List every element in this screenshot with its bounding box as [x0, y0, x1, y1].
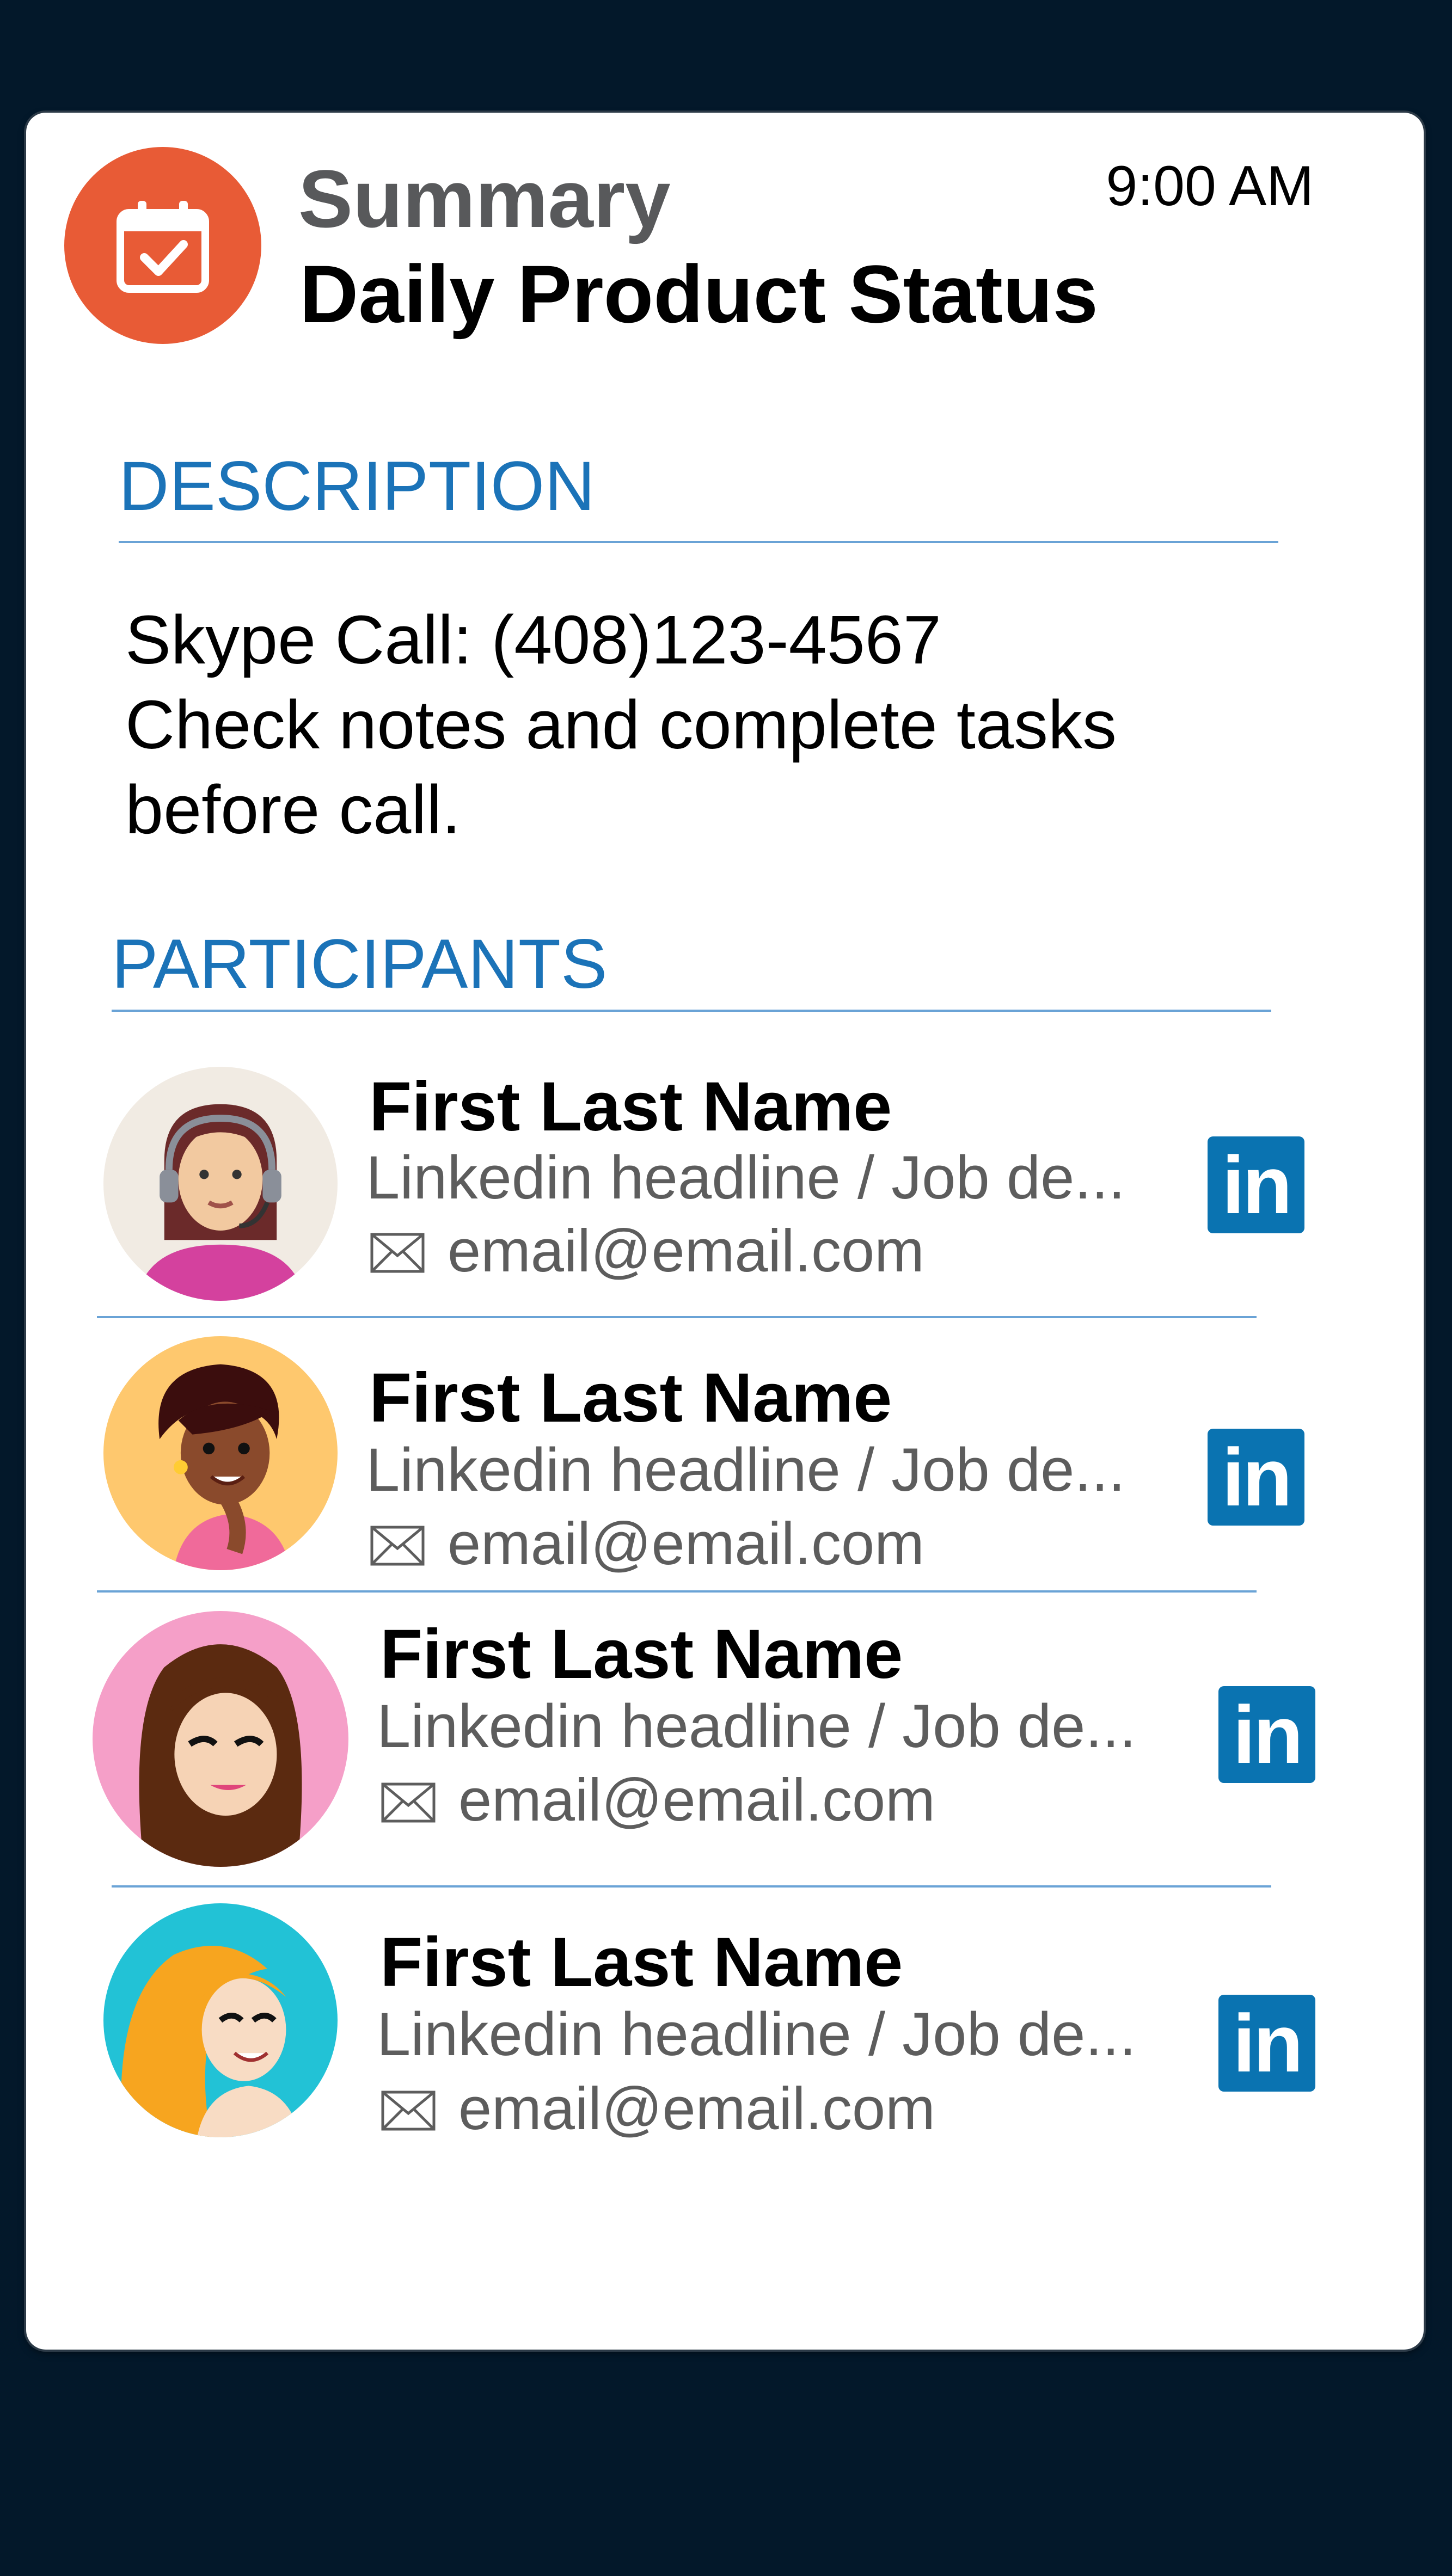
participant-headline: Linkedin headline / Job de...	[366, 1143, 1125, 1212]
description-line: Check notes and complete tasks	[125, 686, 1117, 763]
calendar-badge	[64, 147, 261, 344]
participant-headline: Linkedin headline / Job de...	[377, 1692, 1136, 1760]
linkedin-button[interactable]: in	[1208, 1136, 1304, 1233]
summary-title: Summary	[298, 153, 671, 244]
participant-name: First Last Name	[380, 1923, 903, 2001]
envelope-icon	[381, 2091, 436, 2131]
participants-divider	[112, 1010, 1271, 1012]
description-line: Skype Call: (408)123-4567	[125, 601, 941, 678]
participant-divider	[112, 1885, 1271, 1888]
participant-headline: Linkedin headline / Job de...	[366, 1436, 1125, 1504]
participant-avatar	[103, 1336, 338, 1570]
participant-email[interactable]: email@email.com	[448, 1221, 924, 1281]
event-title: Daily Product Status	[299, 248, 1098, 340]
participant-divider	[97, 1590, 1257, 1593]
participant-avatar	[93, 1611, 348, 1867]
participants-heading: PARTICIPANTS	[112, 925, 608, 1003]
participant-name: First Last Name	[369, 1359, 892, 1437]
envelope-icon	[381, 1782, 436, 1823]
participant-email[interactable]: email@email.com	[458, 1770, 935, 1830]
description-text: Skype Call: (408)123-4567 Check notes an…	[125, 598, 1323, 852]
envelope-icon	[370, 1526, 425, 1566]
description-divider	[119, 541, 1278, 543]
description-heading: DESCRIPTION	[119, 447, 595, 525]
participant-divider	[97, 1316, 1257, 1318]
participant-email[interactable]: email@email.com	[448, 1514, 924, 1574]
calendar-check-icon	[117, 201, 209, 293]
participant-name: First Last Name	[380, 1615, 903, 1693]
envelope-icon	[370, 1233, 425, 1273]
participant-email[interactable]: email@email.com	[458, 2079, 935, 2139]
linkedin-button[interactable]: in	[1218, 1686, 1315, 1783]
linkedin-button[interactable]: in	[1218, 1995, 1315, 2092]
participant-name: First Last Name	[369, 1068, 892, 1146]
linkedin-button[interactable]: in	[1208, 1429, 1304, 1526]
description-line: before call.	[125, 771, 461, 848]
participant-avatar	[103, 1067, 338, 1301]
participant-avatar	[103, 1903, 338, 2137]
event-time: 9:00 AM	[1106, 155, 1314, 218]
participant-headline: Linkedin headline / Job de...	[377, 2000, 1136, 2068]
